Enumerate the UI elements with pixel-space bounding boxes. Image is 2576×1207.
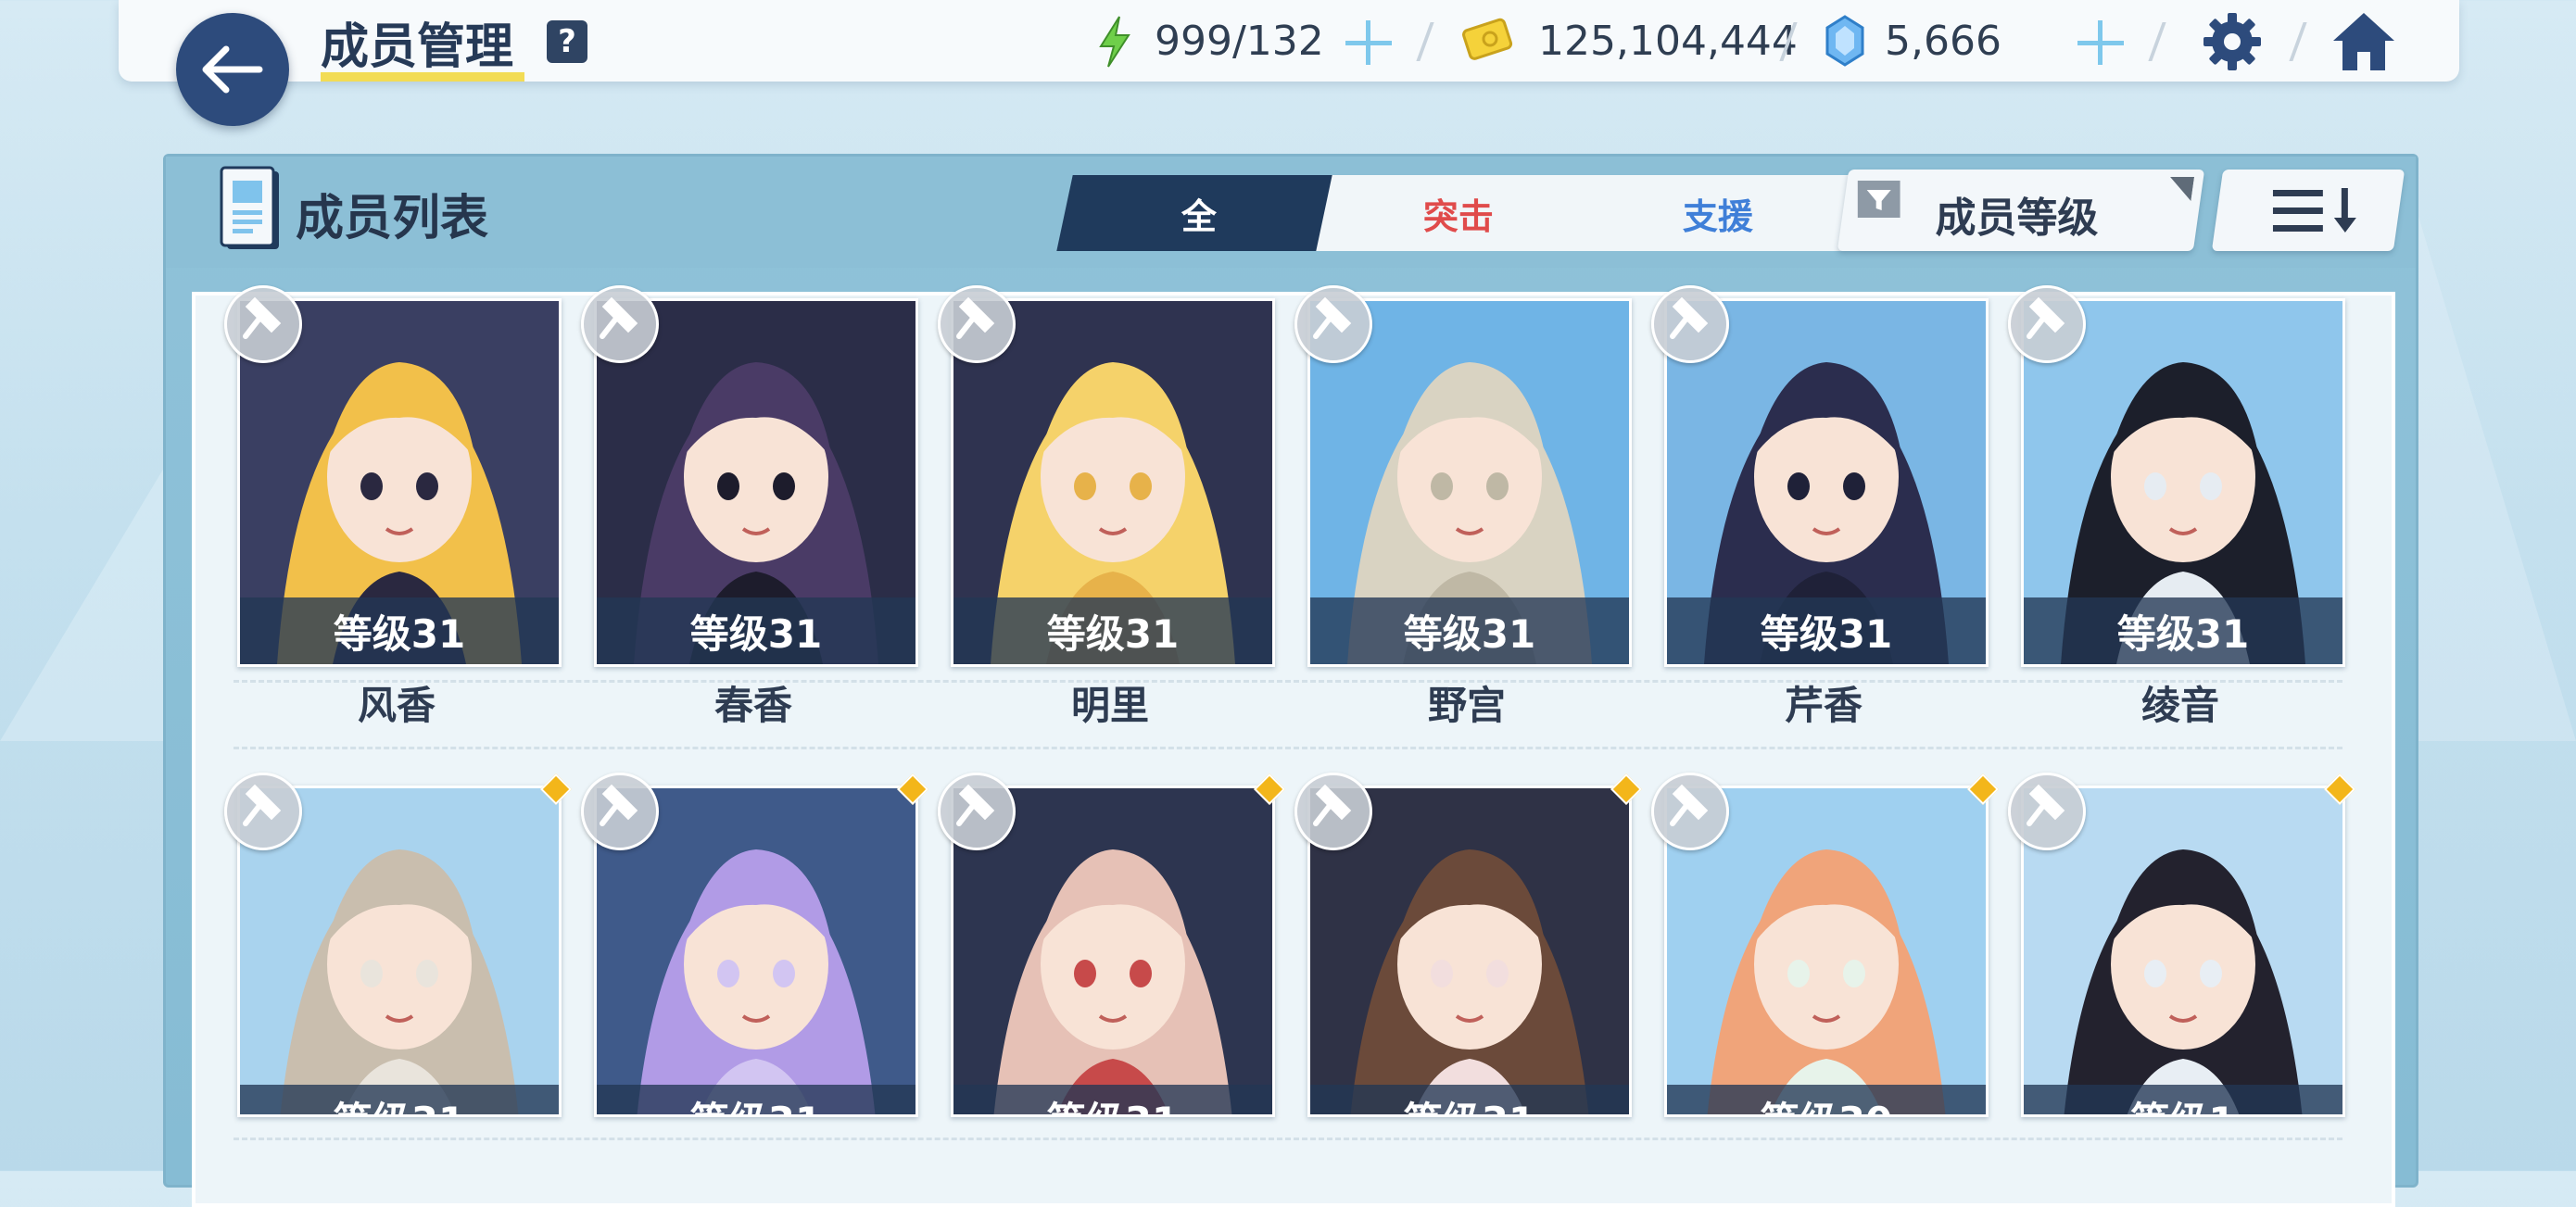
pin-icon — [600, 296, 638, 339]
pin-icon — [243, 296, 282, 339]
back-button[interactable] — [176, 13, 289, 126]
sort-button[interactable] — [2211, 170, 2406, 251]
credits-value: 125,104,444 — [1538, 17, 1798, 65]
pin-button[interactable] — [224, 773, 302, 850]
character-card[interactable]: 等级31 野宫 — [1294, 285, 1632, 728]
tab-support[interactable]: 支援 — [1575, 175, 1861, 251]
level-badge: 等级1 — [2024, 1085, 2342, 1114]
pin-button[interactable] — [938, 773, 1016, 850]
character-card[interactable]: 等级31 绫音 — [2008, 285, 2345, 728]
dropdown-corner-icon — [2170, 177, 2195, 201]
settings-gear-icon[interactable] — [2200, 9, 2265, 74]
energy-value: 999/132 — [1155, 17, 1324, 65]
character-name: 芹香 — [1784, 683, 1863, 728]
pin-button[interactable] — [1294, 285, 1372, 363]
pin-button[interactable] — [1294, 773, 1372, 850]
credit-card-icon — [1462, 18, 1513, 60]
character-card[interactable]: 等级31 — [938, 773, 1285, 1156]
character-name: 风香 — [357, 683, 436, 728]
help-button[interactable]: ? — [547, 20, 587, 63]
level-badge: 等级31 — [953, 1085, 1272, 1114]
row-divider — [234, 747, 2342, 749]
character-card[interactable]: 等级31 — [581, 773, 928, 1156]
level-badge: 等级31 — [240, 1085, 559, 1114]
pin-button[interactable] — [938, 285, 1016, 363]
character-card[interactable]: 等级31 — [1294, 773, 1642, 1156]
character-card[interactable]: 等级31 明里 — [938, 285, 1275, 728]
pin-icon — [1670, 296, 1709, 339]
character-name: 绫音 — [2140, 683, 2219, 728]
filter-icon — [1857, 181, 1900, 218]
pin-icon — [956, 784, 995, 826]
background-shape — [2409, 185, 2576, 741]
character-card[interactable]: 等级31 春香 — [581, 285, 918, 728]
page-title: 成员管理 — [321, 19, 514, 75]
character-card[interactable]: 等级31 芹香 — [1651, 285, 1989, 728]
character-card[interactable]: 等级30 — [1651, 773, 1999, 1156]
filter-label: 成员等级 — [1935, 195, 2099, 242]
level-badge: 等级31 — [953, 597, 1272, 664]
character-name: 野宫 — [1427, 683, 1506, 728]
gems-value: 5,666 — [1885, 17, 2001, 65]
character-card[interactable]: 等级31 风香 — [224, 285, 562, 728]
gems-add-button[interactable] — [2072, 9, 2128, 74]
sort-icon — [2272, 188, 2356, 233]
character-name: 春香 — [713, 683, 792, 728]
character-name: 明里 — [1070, 683, 1149, 728]
pin-button[interactable] — [1651, 285, 1729, 363]
pin-icon — [243, 784, 282, 826]
tab-assault[interactable]: 突击 — [1316, 175, 1601, 251]
character-card[interactable]: 等级1 — [2008, 773, 2355, 1156]
tab-all-label: 全 — [1181, 195, 1217, 237]
level-badge: 等级31 — [240, 597, 559, 664]
pin-button[interactable] — [2008, 285, 2086, 363]
pin-icon — [1313, 296, 1352, 339]
panel-title: 成员列表 — [296, 191, 489, 246]
level-badge: 等级31 — [1310, 1085, 1629, 1114]
pin-icon — [2027, 784, 2065, 826]
gem-icon — [1825, 15, 1864, 67]
pin-icon — [1313, 784, 1352, 826]
tab-assault-label: 突击 — [1422, 195, 1494, 237]
level-badge: 等级30 — [1667, 1085, 1986, 1114]
pin-button[interactable] — [581, 285, 659, 363]
level-badge: 等级31 — [2024, 597, 2342, 664]
pin-icon — [2027, 296, 2065, 339]
energy-add-button[interactable] — [1340, 9, 1395, 74]
pin-button[interactable] — [2008, 773, 2086, 850]
pin-icon — [600, 784, 638, 826]
member-list-icon — [220, 166, 279, 249]
level-badge: 等级31 — [597, 1085, 915, 1114]
pin-button[interactable] — [1651, 773, 1729, 850]
filter-dropdown[interactable]: 成员等级 — [1837, 170, 2205, 251]
energy-bolt-icon — [1099, 16, 1130, 68]
tab-all[interactable]: 全 — [1056, 175, 1342, 251]
home-icon[interactable] — [2330, 9, 2398, 74]
level-badge: 等级31 — [1310, 597, 1629, 664]
pin-icon — [956, 296, 995, 339]
character-card[interactable]: 等级31 — [224, 773, 572, 1156]
level-badge: 等级31 — [597, 597, 915, 664]
title-underline — [321, 72, 524, 82]
back-arrow-icon — [202, 45, 263, 94]
pin-button[interactable] — [581, 773, 659, 850]
level-badge: 等级31 — [1667, 597, 1986, 664]
pin-icon — [1670, 784, 1709, 826]
pin-button[interactable] — [224, 285, 302, 363]
tab-support-label: 支援 — [1682, 195, 1753, 237]
